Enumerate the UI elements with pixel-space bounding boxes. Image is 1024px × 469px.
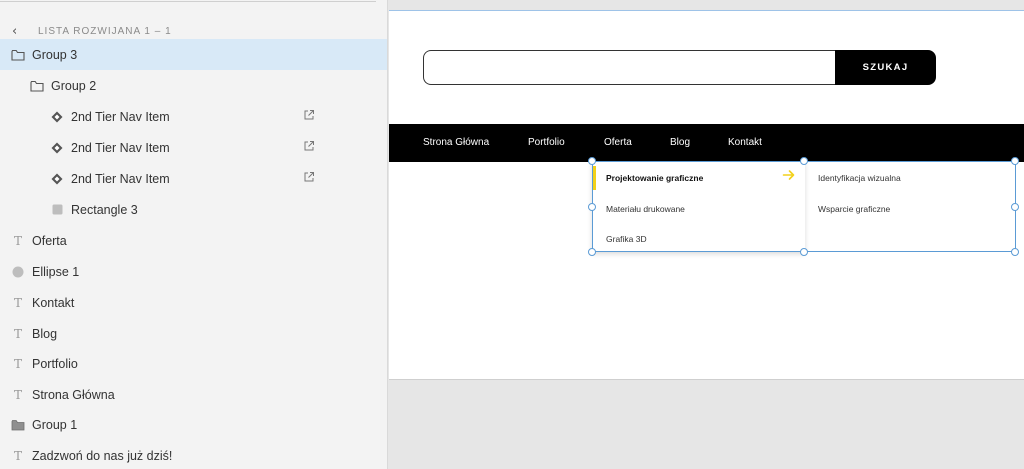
layer-blog[interactable]: T Blog bbox=[0, 318, 387, 349]
external-link-icon[interactable] bbox=[303, 140, 317, 154]
panel-divider bbox=[0, 0, 376, 2]
breadcrumb-label: LISTA ROZWIJANA 1 – 1 bbox=[38, 25, 172, 37]
external-link-icon[interactable] bbox=[303, 109, 317, 123]
resize-handle[interactable] bbox=[1011, 157, 1019, 165]
text-icon: T bbox=[13, 233, 22, 248]
search-button[interactable]: SZUKAJ bbox=[835, 50, 936, 85]
layer-label: Group 2 bbox=[51, 78, 97, 93]
layer-label: Oferta bbox=[32, 233, 67, 248]
ellipse-icon bbox=[11, 265, 25, 279]
layer-kontakt[interactable]: T Kontakt bbox=[0, 287, 387, 318]
navbar: Strona Główna Portfolio Oferta Blog Kont… bbox=[389, 124, 1024, 162]
breadcrumb[interactable]: ‹ LISTA ROZWIJANA 1 – 1 bbox=[12, 22, 172, 40]
text-icon: T bbox=[13, 387, 22, 402]
rectangle-icon bbox=[50, 203, 64, 217]
layers-panel: ‹ LISTA ROZWIJANA 1 – 1 Group 3 Group 2 … bbox=[0, 0, 388, 469]
folder-outline-icon bbox=[30, 79, 44, 93]
dropdown-menu: Projektowanie graficzne Materiału drukow… bbox=[592, 161, 805, 252]
layer-rectangle-3[interactable]: Rectangle 3 bbox=[0, 194, 387, 225]
layer-label: 2nd Tier Nav Item bbox=[71, 140, 170, 155]
resize-handle[interactable] bbox=[800, 157, 808, 165]
folder-outline-icon bbox=[11, 48, 25, 62]
layer-label: Group 1 bbox=[32, 417, 78, 432]
resize-handle[interactable] bbox=[800, 248, 808, 256]
external-link-icon[interactable] bbox=[303, 171, 317, 185]
layer-call-text[interactable]: T Zadzwoń do nas już dziś! bbox=[0, 440, 387, 469]
layer-portfolio[interactable]: T Portfolio bbox=[0, 348, 387, 379]
component-diamond-icon bbox=[50, 141, 64, 155]
layer-label: Rectangle 3 bbox=[71, 202, 138, 217]
layer-label: Ellipse 1 bbox=[32, 264, 80, 279]
layer-ellipse-1[interactable]: Ellipse 1 bbox=[0, 256, 387, 287]
artboard[interactable]: SZUKAJ Strona Główna Portfolio Oferta Bl… bbox=[389, 10, 1024, 380]
dropdown-item-projektowanie[interactable]: Projektowanie graficzne bbox=[606, 173, 703, 183]
text-icon: T bbox=[13, 448, 22, 463]
layer-label: Group 3 bbox=[32, 47, 78, 62]
nav-item-kontakt[interactable]: Kontakt bbox=[728, 124, 762, 162]
text-icon: T bbox=[13, 326, 22, 341]
arrow-right-icon bbox=[782, 168, 796, 182]
text-icon: T bbox=[13, 295, 22, 310]
text-icon: T bbox=[13, 356, 22, 371]
component-diamond-icon bbox=[50, 110, 64, 124]
nav-item-oferta[interactable]: Oferta bbox=[604, 124, 632, 162]
layer-nav-item-2[interactable]: 2nd Tier Nav Item bbox=[0, 132, 387, 163]
submenu-item-identyfikacja[interactable]: Identyfikacja wizualna bbox=[818, 173, 901, 183]
component-diamond-icon bbox=[50, 172, 64, 186]
nav-item-strona-glowna[interactable]: Strona Główna bbox=[423, 124, 489, 162]
search-input[interactable] bbox=[423, 50, 837, 85]
resize-handle[interactable] bbox=[1011, 203, 1019, 211]
layer-label: Strona Główna bbox=[32, 387, 115, 402]
layer-label: Blog bbox=[32, 326, 58, 341]
back-chevron-icon[interactable]: ‹ bbox=[12, 24, 26, 39]
layer-group-2[interactable]: Group 2 bbox=[0, 70, 387, 101]
layer-group-3[interactable]: Group 3 bbox=[0, 39, 387, 70]
resize-handle[interactable] bbox=[1011, 248, 1019, 256]
folder-filled-icon bbox=[11, 418, 25, 432]
layer-strona-glowna[interactable]: T Strona Główna bbox=[0, 379, 387, 410]
layer-label: 2nd Tier Nav Item bbox=[71, 109, 170, 124]
resize-handle[interactable] bbox=[588, 157, 596, 165]
nav-item-portfolio[interactable]: Portfolio bbox=[528, 124, 565, 162]
resize-handle[interactable] bbox=[588, 248, 596, 256]
dropdown-item-materialy[interactable]: Materiału drukowane bbox=[606, 204, 685, 214]
nav-item-blog[interactable]: Blog bbox=[670, 124, 690, 162]
layer-group-1[interactable]: Group 1 bbox=[0, 409, 387, 440]
layer-nav-item-1[interactable]: 2nd Tier Nav Item bbox=[0, 101, 387, 132]
submenu-item-wsparcie[interactable]: Wsparcie graficzne bbox=[818, 204, 890, 214]
dropdown-item-grafika-3d[interactable]: Grafika 3D bbox=[606, 234, 647, 244]
layer-nav-item-3[interactable]: 2nd Tier Nav Item bbox=[0, 163, 387, 194]
layer-label: Kontakt bbox=[32, 295, 75, 310]
resize-handle[interactable] bbox=[588, 203, 596, 211]
layer-label: 2nd Tier Nav Item bbox=[71, 171, 170, 186]
layer-label: Zadzwoń do nas już dziś! bbox=[32, 448, 173, 463]
layer-label: Portfolio bbox=[32, 356, 78, 371]
active-item-indicator bbox=[592, 166, 596, 190]
layer-oferta[interactable]: T Oferta bbox=[0, 225, 387, 256]
